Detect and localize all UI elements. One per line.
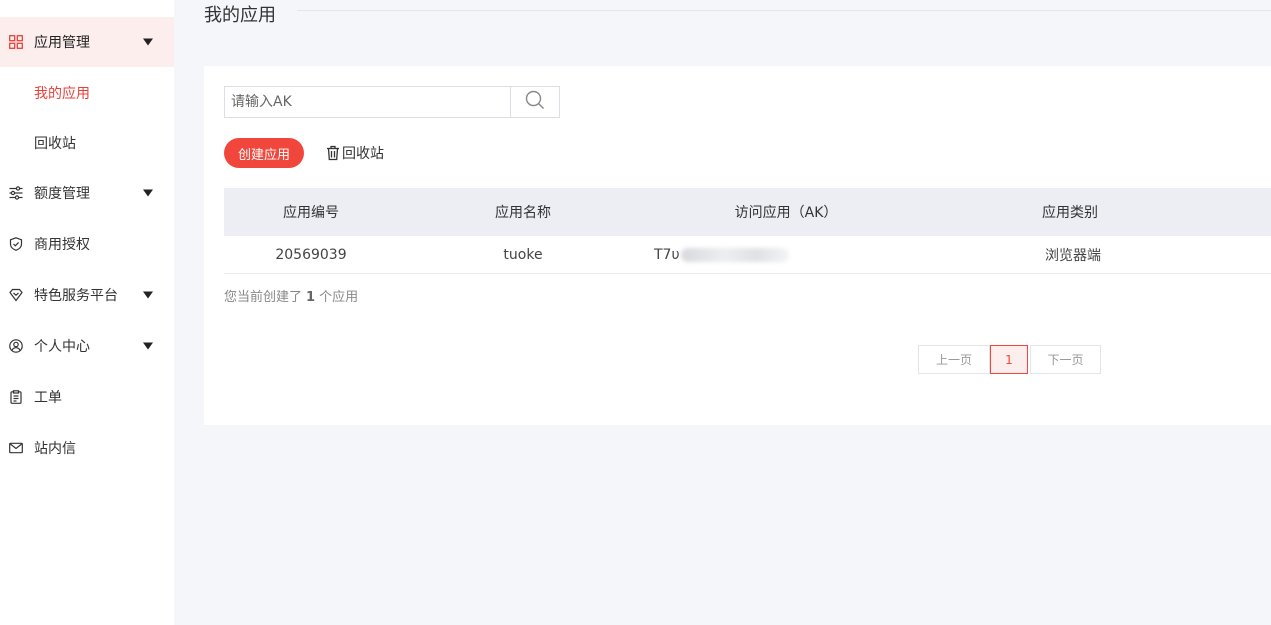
sidebar-item-label: 商用授权 bbox=[34, 237, 90, 253]
sidebar-item-quota-management[interactable]: 额度管理 bbox=[0, 168, 174, 218]
sidebar-item-label: 额度管理 bbox=[34, 186, 90, 202]
cell-app-id: 20569039 bbox=[275, 246, 347, 263]
sidebar-subitem-recycle-bin[interactable]: 回收站 bbox=[0, 118, 174, 168]
sidebar: 应用管理 我的应用 回收站 额度管理 商用授权 特色服务平台 个人中心 工单 站… bbox=[0, 0, 174, 625]
create-app-button[interactable]: 创建应用 bbox=[224, 138, 304, 168]
sidebar-item-commercial-license[interactable]: 商用授权 bbox=[0, 219, 174, 269]
mail-icon bbox=[9, 441, 23, 455]
prev-page-button[interactable]: 上一页 bbox=[918, 345, 990, 374]
sidebar-subitem-label: 我的应用 bbox=[34, 86, 90, 102]
cell-app-name: tuoke bbox=[503, 246, 543, 263]
summary-suffix: 个应用 bbox=[319, 290, 359, 305]
caret-down-icon bbox=[143, 342, 153, 350]
sidebar-item-label: 工单 bbox=[34, 390, 62, 406]
shield-check-icon bbox=[9, 237, 23, 251]
recycle-bin-label: 回收站 bbox=[342, 146, 384, 162]
pagination: 上一页 1 下一页 bbox=[918, 345, 1101, 374]
caret-down-icon bbox=[143, 38, 153, 46]
page-title: 我的应用 bbox=[204, 5, 276, 26]
search-button[interactable] bbox=[510, 87, 559, 117]
grid-icon bbox=[9, 35, 23, 49]
column-header-app-id: 应用编号 bbox=[283, 205, 339, 221]
sidebar-item-work-order[interactable]: 工单 bbox=[0, 372, 174, 422]
search-input[interactable] bbox=[225, 87, 511, 117]
sidebar-subitem-my-apps[interactable]: 我的应用 bbox=[0, 68, 174, 118]
sidebar-item-messages[interactable]: 站内信 bbox=[0, 423, 174, 473]
table-header: 应用编号 应用名称 访问应用（AK） 应用类别 bbox=[224, 188, 1271, 236]
app-count-summary: 您当前创建了 1 个应用 bbox=[224, 286, 358, 305]
sidebar-item-label: 个人中心 bbox=[34, 339, 90, 355]
cell-ak: T7υ bbox=[654, 247, 789, 263]
recycle-bin-link[interactable]: 回收站 bbox=[326, 142, 384, 164]
sliders-icon bbox=[9, 186, 23, 200]
app-list-panel: 创建应用 回收站 应用编号 应用名称 访问应用（AK） 应用类别 2056903… bbox=[204, 66, 1271, 425]
search-icon bbox=[525, 90, 545, 114]
caret-down-icon bbox=[143, 189, 153, 197]
sidebar-item-label: 站内信 bbox=[34, 441, 76, 457]
page-number-button[interactable]: 1 bbox=[990, 345, 1028, 374]
sidebar-item-label: 应用管理 bbox=[34, 35, 90, 51]
summary-count: 1 bbox=[306, 290, 316, 305]
clipboard-icon bbox=[9, 390, 23, 404]
ak-redacted bbox=[680, 247, 789, 262]
next-page-button[interactable]: 下一页 bbox=[1030, 345, 1101, 374]
diamond-icon bbox=[9, 288, 23, 302]
sidebar-item-app-management[interactable]: 应用管理 bbox=[0, 17, 174, 67]
column-header-ak: 访问应用（AK） bbox=[734, 205, 838, 221]
user-circle-icon bbox=[9, 339, 23, 353]
sidebar-item-label: 特色服务平台 bbox=[34, 288, 118, 304]
search-box bbox=[224, 86, 560, 118]
sidebar-item-personal-center[interactable]: 个人中心 bbox=[0, 321, 174, 371]
column-header-category: 应用类别 bbox=[1042, 205, 1098, 221]
title-divider bbox=[297, 10, 1271, 11]
ak-visible-prefix: T7υ bbox=[654, 246, 680, 263]
cell-category: 浏览器端 bbox=[1045, 247, 1101, 264]
table-row: 20569039 tuoke T7υ 浏览器端 bbox=[224, 236, 1271, 274]
summary-prefix: 您当前创建了 bbox=[224, 290, 303, 305]
trash-icon bbox=[326, 145, 340, 161]
sidebar-item-featured-services[interactable]: 特色服务平台 bbox=[0, 270, 174, 320]
caret-down-icon bbox=[143, 291, 153, 299]
column-header-app-name: 应用名称 bbox=[495, 205, 551, 221]
sidebar-subitem-label: 回收站 bbox=[34, 136, 76, 152]
